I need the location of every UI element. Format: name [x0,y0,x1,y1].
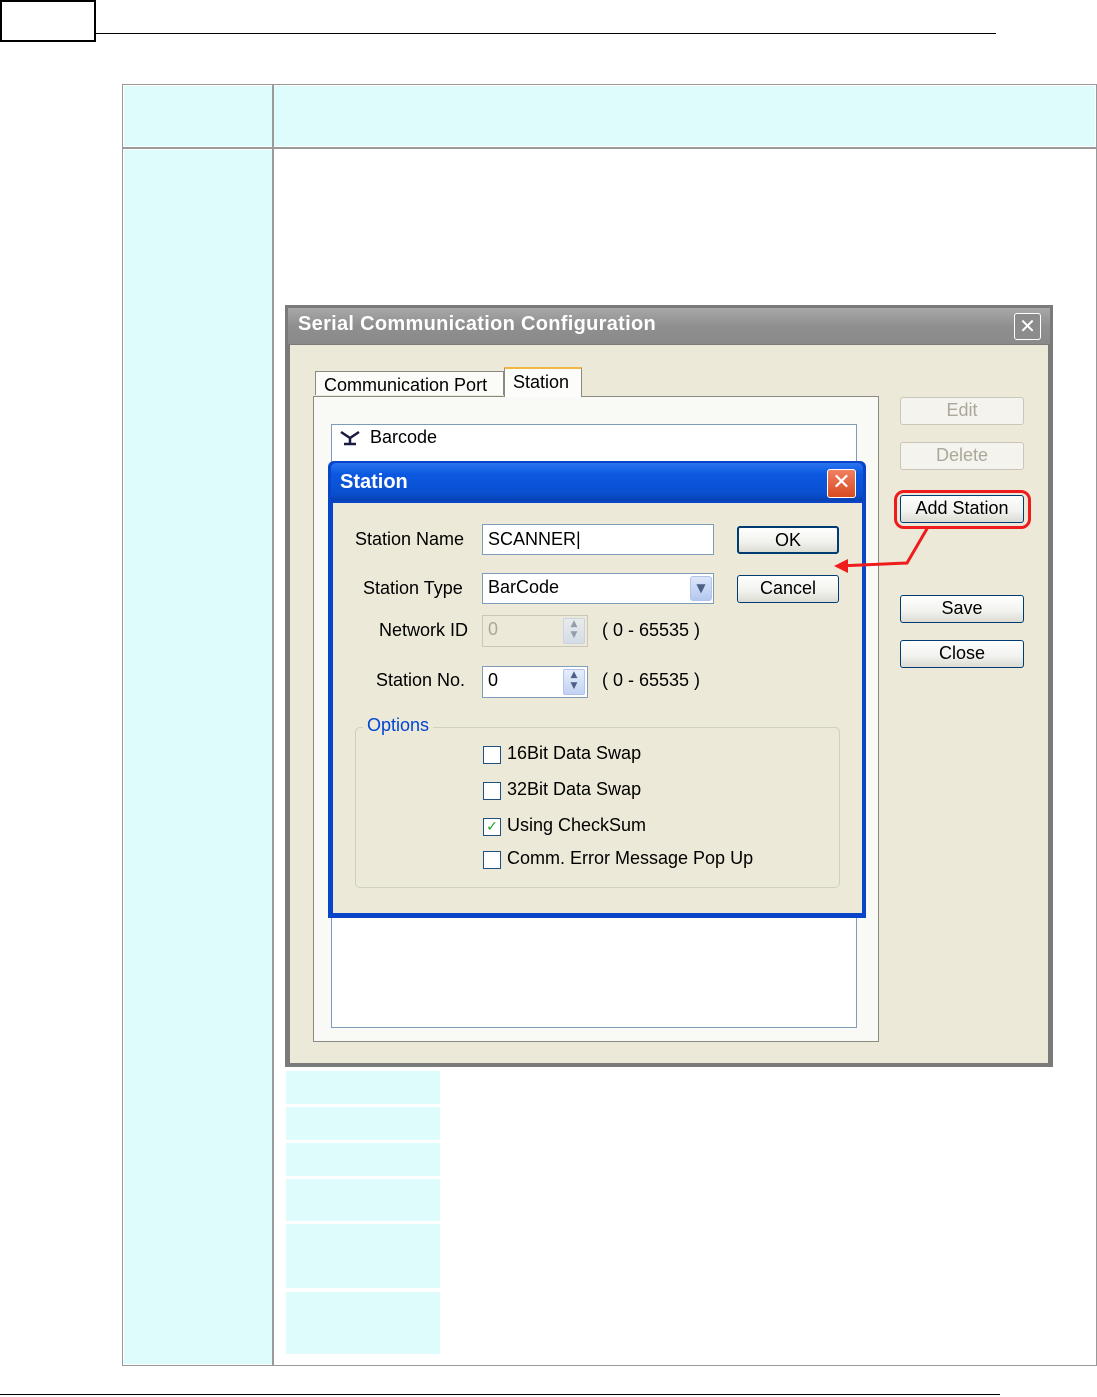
edit-button[interactable]: Edit [900,397,1024,425]
spinner-arrows-icon[interactable]: ▲ ▼ [563,669,585,695]
header-rule [96,33,996,34]
checkbox-32bit-swap[interactable] [483,782,501,800]
antenna-icon [340,430,360,446]
delete-button[interactable]: Delete [900,442,1024,470]
network-id-range: ( 0 - 65535 ) [602,620,701,640]
station-name-input[interactable] [482,524,714,555]
checkbox-error-popup[interactable] [483,851,501,869]
station-no-range: ( 0 - 65535 ) [602,670,701,690]
spin-down-icon: ▼ [570,630,578,640]
station-dialog-title: Station [340,471,408,493]
options-legend: Options [363,715,434,736]
table-label-cell [286,1224,440,1288]
tab-station[interactable]: Station [504,367,582,397]
checkbox-label[interactable]: 16Bit Data Swap [507,743,641,764]
save-button[interactable]: Save [900,595,1024,623]
checkbox-16bit-swap[interactable] [483,746,501,764]
network-id-value: 0 [488,619,499,639]
station-no-value[interactable]: 0 [488,670,498,691]
add-station-highlight [894,490,1031,529]
serial-config-title: Serial Communication Configuration [298,313,656,335]
network-id-label: Network ID [379,620,469,640]
annotation-arrow [834,526,930,573]
station-type-label: Station Type [363,578,463,598]
page-number-box [0,0,96,42]
footer-rule [0,1394,1000,1395]
table-header-cell-right [274,86,1095,146]
chevron-down-icon[interactable]: ▼ [690,576,712,601]
close-button[interactable]: Close [900,640,1024,668]
station-dialog-titlebar[interactable] [331,463,863,501]
station-name-label: Station Name [355,529,465,549]
table-column-divider [272,85,274,1365]
spin-up-icon: ▲ [570,619,578,629]
spin-up-icon[interactable]: ▲ [571,670,578,680]
table-label-cell [286,1179,440,1221]
station-no-label: Station No. [376,670,466,690]
station-type-value: BarCode [488,577,560,597]
spinner-arrows-icon: ▲ ▼ [563,618,585,644]
table-row-divider [123,147,1096,149]
table-body-cell-left [124,150,272,1364]
checkbox-checksum[interactable]: ✓ [483,818,501,836]
table-label-cell [286,1107,440,1140]
table-label-cell [286,1071,440,1104]
table-label-cell [286,1143,440,1176]
list-item[interactable]: Barcode [370,427,437,448]
spin-down-icon[interactable]: ▼ [571,681,578,691]
close-icon[interactable]: ✕ [827,469,856,498]
checkbox-label[interactable]: Comm. Error Message Pop Up [507,848,753,869]
close-icon[interactable]: ✕ [1014,313,1041,340]
checkbox-label[interactable]: 32Bit Data Swap [507,779,641,800]
table-label-cell [286,1292,440,1354]
checkbox-label[interactable]: Using CheckSum [507,815,646,836]
tab-communication-port[interactable]: Communication Port [315,371,504,395]
table-header-cell-left [124,86,272,146]
